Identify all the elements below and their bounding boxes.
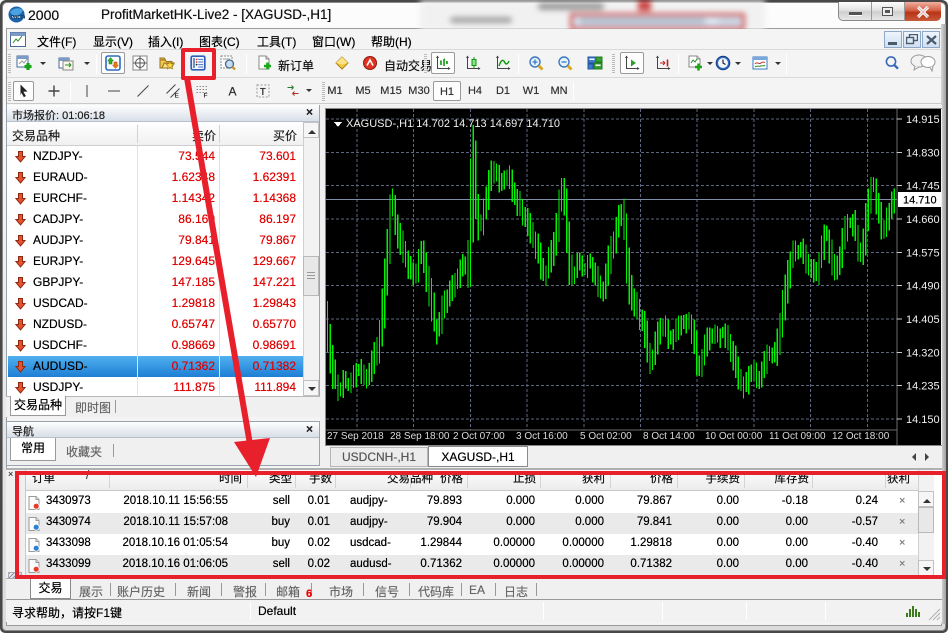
svg-text:14.710: 14.710 xyxy=(903,195,937,207)
svg-text:3 Oct 16:00: 3 Oct 16:00 xyxy=(516,431,568,442)
svg-text:14.745: 14.745 xyxy=(906,181,940,193)
svg-text:14.405: 14.405 xyxy=(906,314,940,326)
svg-text:14.490: 14.490 xyxy=(906,281,940,293)
svg-text:11 Oct 09:00: 11 Oct 09:00 xyxy=(769,431,826,442)
svg-text:14.320: 14.320 xyxy=(906,347,940,359)
svg-text:27 Sep 2018: 27 Sep 2018 xyxy=(327,431,384,442)
svg-text:14.150: 14.150 xyxy=(906,414,940,426)
svg-text:5 Oct 02:00: 5 Oct 02:00 xyxy=(580,431,632,442)
svg-text:14.660: 14.660 xyxy=(906,214,940,226)
svg-text:12 Oct 18:00: 12 Oct 18:00 xyxy=(832,431,890,442)
svg-text:14.575: 14.575 xyxy=(906,247,940,259)
svg-text:14.830: 14.830 xyxy=(906,147,940,159)
svg-text:8 Oct 14:00: 8 Oct 14:00 xyxy=(643,431,695,442)
svg-text:28 Sep 18:00: 28 Sep 18:00 xyxy=(390,431,450,442)
svg-text:14.915: 14.915 xyxy=(906,114,940,126)
svg-text:10 Oct 00:00: 10 Oct 00:00 xyxy=(705,431,763,442)
svg-text:2 Oct 07:00: 2 Oct 07:00 xyxy=(453,431,505,442)
svg-text:14.235: 14.235 xyxy=(906,381,940,393)
svg-text:XAGUSD-,H1 14.702 14.713 14.69: XAGUSD-,H1 14.702 14.713 14.697 14.710 xyxy=(346,118,560,130)
svg-text:PROFIT: PROFIT xyxy=(11,15,25,20)
